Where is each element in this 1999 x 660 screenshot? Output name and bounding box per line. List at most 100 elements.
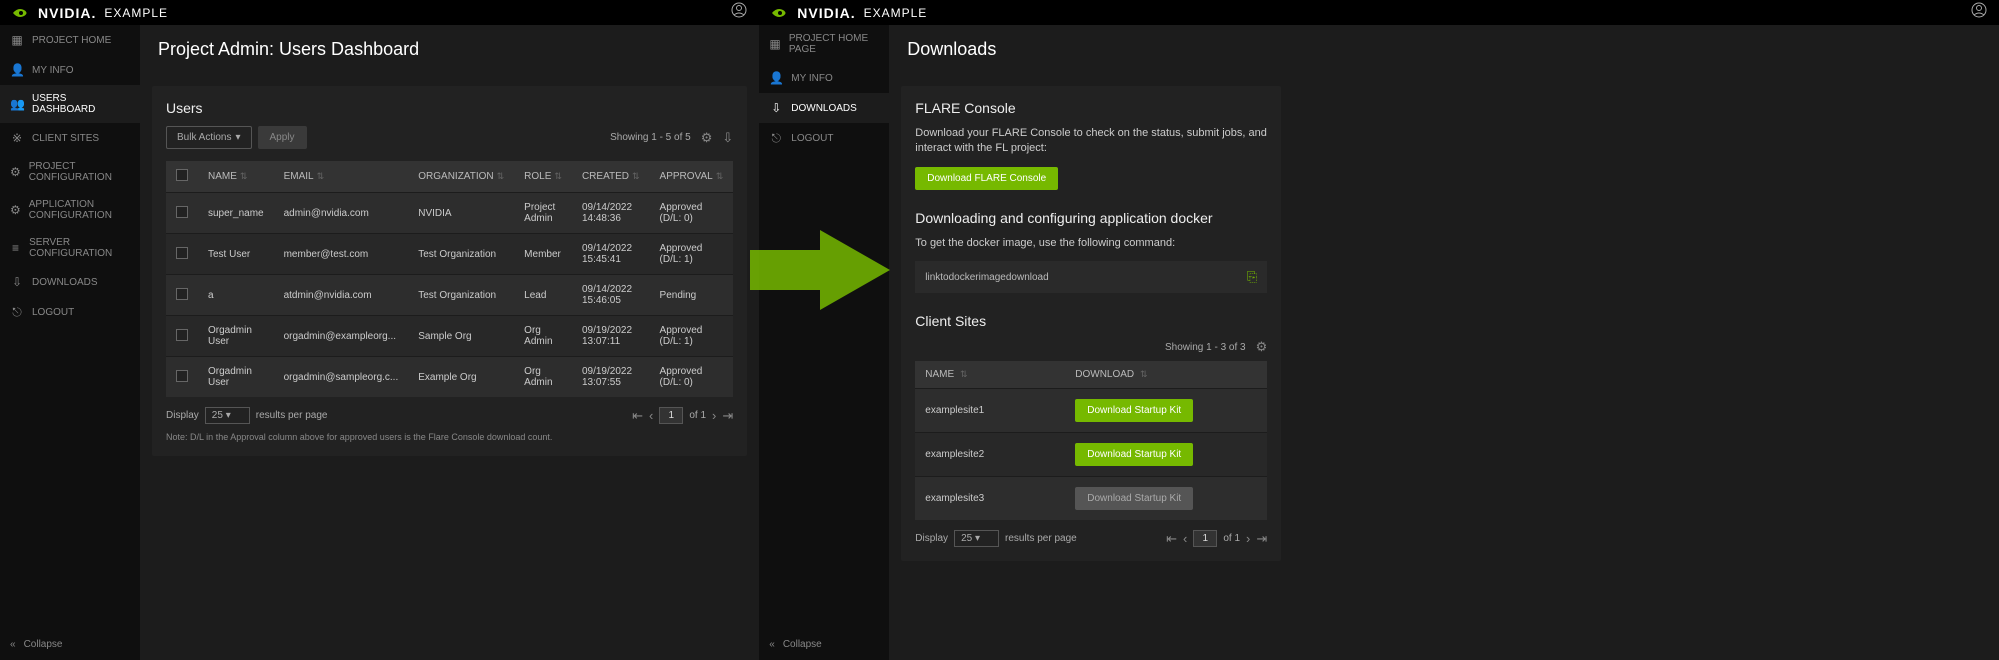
column-created[interactable]: CREATED⇅ <box>572 161 650 193</box>
settings-icon[interactable]: ⚙ <box>701 130 713 146</box>
table-row[interactable]: aatdmin@nvidia.comTest OrganizationLead0… <box>166 275 733 316</box>
select-all-checkbox[interactable] <box>176 169 188 181</box>
sidebar-item-label: MY INFO <box>791 73 832 84</box>
download-icon[interactable]: ⇩ <box>722 130 733 146</box>
prev-page-icon[interactable]: ‹ <box>1183 531 1187 546</box>
download-startup-kit-button[interactable]: Download Startup Kit <box>1075 443 1193 466</box>
user-icon: 👤 <box>769 71 783 85</box>
next-page-icon[interactable]: › <box>712 408 716 423</box>
sort-icon: ⇅ <box>497 171 505 181</box>
cell-name: super_name <box>198 193 274 234</box>
bulk-actions-dropdown[interactable]: Bulk Actions ▾ <box>166 126 252 149</box>
last-page-icon[interactable]: ⇥ <box>1256 531 1267 547</box>
sidebar-item-application-configuration[interactable]: ⚙ APPLICATION CONFIGURATION <box>0 191 140 229</box>
bulk-actions-label: Bulk Actions <box>177 132 231 143</box>
column-download[interactable]: DOWNLOAD ⇅ <box>1075 369 1147 380</box>
row-checkbox[interactable] <box>176 288 188 300</box>
table-row[interactable]: Test Usermember@test.comTest Organizatio… <box>166 234 733 275</box>
column-organization[interactable]: ORGANIZATION⇅ <box>408 161 514 193</box>
column-email[interactable]: EMAIL⇅ <box>274 161 409 193</box>
user-avatar-icon[interactable] <box>731 2 747 23</box>
user-icon: 👤 <box>10 63 24 77</box>
column-name[interactable]: NAME ⇅ <box>925 369 1075 380</box>
column-approval[interactable]: APPROVAL⇅ <box>650 161 734 193</box>
brand: NVIDIA. EXAMPLE <box>12 5 168 21</box>
first-page-icon[interactable]: ⇤ <box>1166 531 1177 547</box>
sidebar-item-logout[interactable]: ⎋LOGOUT <box>759 123 889 154</box>
cell-org: Test Organization <box>408 234 514 275</box>
sidebar-item-project-home[interactable]: ▦PROJECT HOME <box>0 25 140 55</box>
collapse-label: Collapse <box>24 639 63 650</box>
docker-command: linktodockerimagedownload ⎘ <box>915 261 1267 293</box>
showing-text: Showing 1 - 5 of 5 <box>610 132 691 143</box>
sidebar-item-my-info[interactable]: 👤MY INFO <box>0 55 140 85</box>
first-page-icon[interactable]: ⇤ <box>632 408 643 424</box>
cell-role: Lead <box>514 275 572 316</box>
settings-icon[interactable]: ⚙ <box>1256 339 1268 355</box>
sort-icon: ⇅ <box>960 369 968 379</box>
apply-button[interactable]: Apply <box>258 126 307 149</box>
sidebar-item-project-configuration[interactable]: ⚙ PROJECT CONFIGURATION <box>0 153 140 191</box>
row-checkbox[interactable] <box>176 247 188 259</box>
cell-org: NVIDIA <box>408 193 514 234</box>
download-startup-kit-button: Download Startup Kit <box>1075 487 1193 510</box>
sidebar-item-downloads[interactable]: ⇩DOWNLOADS <box>0 267 140 297</box>
row-checkbox[interactable] <box>176 206 188 218</box>
column-name[interactable]: NAME⇅ <box>198 161 274 193</box>
brand: NVIDIA. EXAMPLE <box>771 5 927 21</box>
sidebar-item-users-dashboard[interactable]: 👥USERS DASHBOARD <box>0 85 140 123</box>
sidebar-item-project-home-page[interactable]: ▦PROJECT HOME PAGE <box>759 25 889 63</box>
table-row: examplesite1Download Startup Kit <box>915 388 1267 432</box>
cell-approval: Pending <box>650 275 734 316</box>
user-avatar-icon[interactable] <box>1971 2 1987 23</box>
sidebar-item-logout[interactable]: ⎋LOGOUT <box>0 297 140 328</box>
cell-role: Org Admin <box>514 357 572 398</box>
cell-role: Member <box>514 234 572 275</box>
page-input[interactable] <box>1193 530 1217 547</box>
sort-icon: ⇅ <box>317 171 325 181</box>
nvidia-eye-icon <box>771 7 789 19</box>
row-checkbox[interactable] <box>176 370 188 382</box>
cell-name: examplesite3 <box>915 483 1065 514</box>
copy-icon[interactable]: ⎘ <box>1247 269 1257 285</box>
sites-icon: ※ <box>10 131 24 145</box>
table-row: examplesite3 Download Startup Kit <box>915 476 1267 520</box>
cfg-icon: ⚙ <box>10 165 21 179</box>
per-page-select[interactable]: 25 ▾ <box>205 407 250 424</box>
table-row[interactable]: Orgadmin Userorgadmin@exampleorg...Sampl… <box>166 316 733 357</box>
cfg-icon: ⚙ <box>10 203 21 217</box>
chevron-down-icon: ▾ <box>235 132 240 143</box>
row-checkbox[interactable] <box>176 329 188 341</box>
sidebar-item-client-sites[interactable]: ※ CLIENT SITES <box>0 123 140 153</box>
sidebar-collapse[interactable]: « Collapse <box>0 629 140 660</box>
page-input[interactable] <box>659 407 683 424</box>
flare-console-card: FLARE Console Download your FLARE Consol… <box>901 86 1281 561</box>
table-row[interactable]: Orgadmin Userorgadmin@sampleorg.c...Exam… <box>166 357 733 398</box>
per-page-select[interactable]: 25 ▾ <box>954 530 999 547</box>
collapse-icon: « <box>10 639 16 650</box>
page-title: Project Admin: Users Dashboard <box>140 25 759 74</box>
sidebar-item-label: CLIENT SITES <box>32 133 99 144</box>
sidebar-item-label: PROJECT CONFIGURATION <box>29 161 130 183</box>
prev-page-icon[interactable]: ‹ <box>649 408 653 423</box>
cell-role: Org Admin <box>514 316 572 357</box>
cell-org: Test Organization <box>408 275 514 316</box>
download-flare-console-button[interactable]: Download FLARE Console <box>915 167 1058 190</box>
sidebar-item-downloads[interactable]: ⇩DOWNLOADS <box>759 93 889 123</box>
topbar: NVIDIA. EXAMPLE <box>759 0 1999 25</box>
last-page-icon[interactable]: ⇥ <box>722 408 733 424</box>
next-page-icon[interactable]: › <box>1246 531 1250 546</box>
sidebar-item-my-info[interactable]: 👤 MY INFO <box>759 63 889 93</box>
sidebar-item-server-configuration[interactable]: ≡SERVER CONFIGURATION <box>0 229 140 267</box>
sidebar-collapse[interactable]: « Collapse <box>759 629 889 660</box>
sidebar-item-label: APPLICATION CONFIGURATION <box>29 199 130 221</box>
column-role[interactable]: ROLE⇅ <box>514 161 572 193</box>
cell-role: Project Admin <box>514 193 572 234</box>
cell-email: member@test.com <box>274 234 409 275</box>
table-row[interactable]: super_nameadmin@nvidia.comNVIDIAProject … <box>166 193 733 234</box>
docker-desc: To get the docker image, use the followi… <box>915 236 1267 251</box>
home-icon: ▦ <box>769 37 781 51</box>
download-startup-kit-button[interactable]: Download Startup Kit <box>1075 399 1193 422</box>
brand-tag: EXAMPLE <box>864 6 928 20</box>
sort-icon: ⇅ <box>240 171 248 181</box>
